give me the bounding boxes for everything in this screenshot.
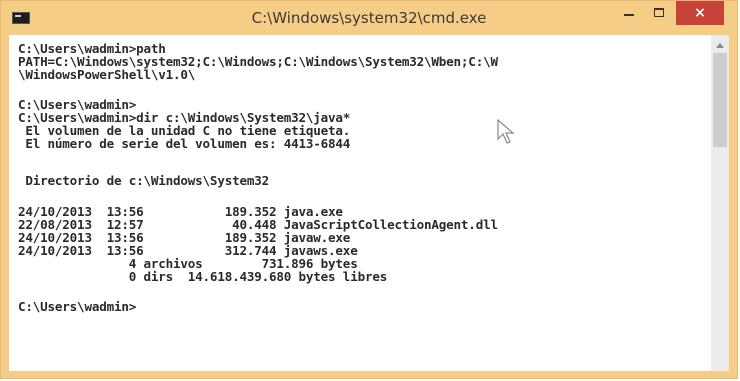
console-output[interactable]: C:\Users\wadmin>path PATH=C:\Windows\sys… (9, 35, 711, 371)
maximize-icon (654, 8, 664, 17)
scroll-thumb[interactable] (713, 53, 727, 147)
close-icon: × (694, 5, 706, 21)
minimize-icon (624, 14, 634, 16)
maximize-button[interactable] (645, 1, 673, 25)
console-line: 0 dirs 14.618.439.680 bytes libres (18, 269, 388, 284)
console-line: \WindowsPowerShell\v1.0\ (18, 67, 196, 82)
scroll-up-arrow-icon[interactable] (716, 43, 724, 48)
close-button[interactable]: × (676, 1, 724, 25)
window-frame-right (729, 35, 737, 371)
console-line: C:\Users\wadmin> (18, 299, 137, 314)
title-bar[interactable]: C:\Windows\system32\cmd.exe × (1, 1, 737, 35)
vertical-scrollbar[interactable] (711, 35, 729, 371)
minimize-button[interactable] (615, 1, 643, 25)
console-line: El número de serie del volumen es: 4413-… (18, 136, 351, 151)
console-line: Directorio de c:\Windows\System32 (18, 173, 269, 188)
cmd-window: C:\Windows\system32\cmd.exe × C:\Users\w… (0, 0, 738, 379)
mouse-pointer-icon (497, 119, 515, 144)
